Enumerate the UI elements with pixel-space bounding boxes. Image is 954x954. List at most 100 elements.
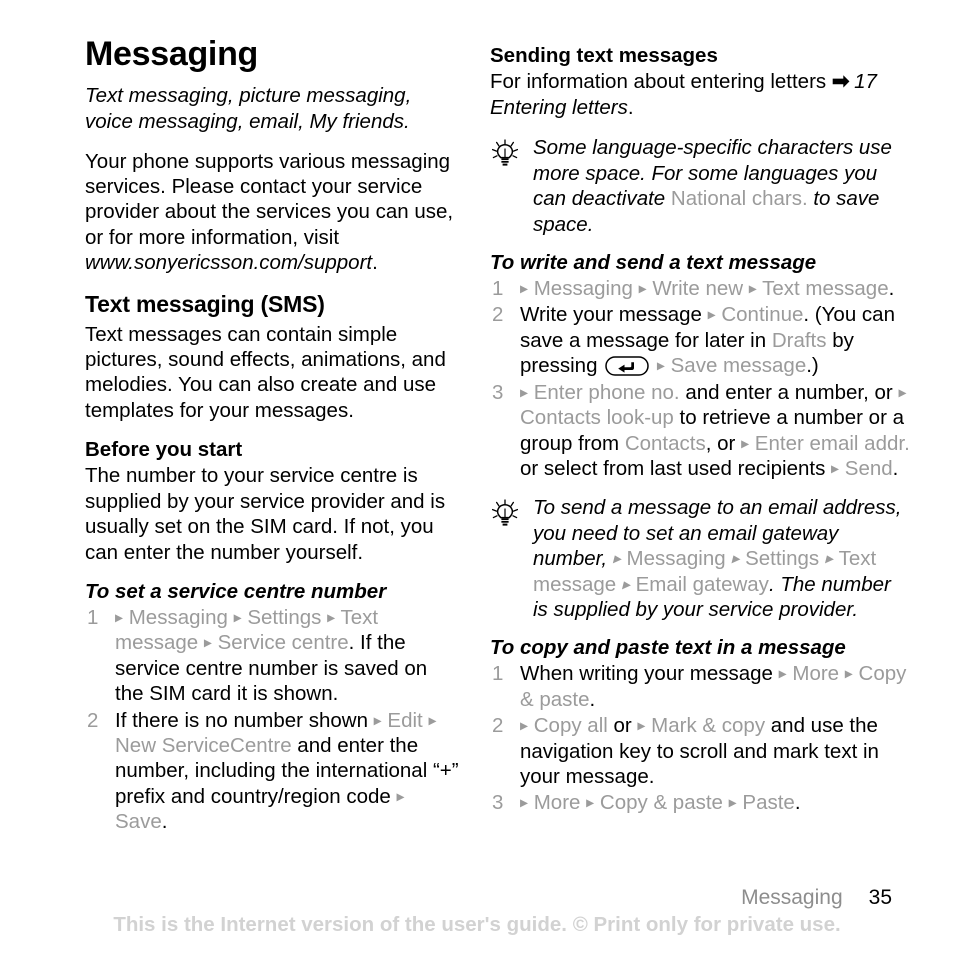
- menu-arrow-icon: ▸: [586, 794, 595, 812]
- step-mid1: and enter a number, or: [679, 380, 899, 404]
- step-mid4: or select from last used recipients: [520, 456, 832, 480]
- left-column: Messaging Text messaging, picture messag…: [85, 35, 460, 839]
- step-mid3: , or: [705, 431, 742, 455]
- menu-path-save-message: Save message: [670, 354, 807, 378]
- cross-reference-arrow-icon: ➡: [831, 70, 850, 93]
- menu-path-more: More: [533, 791, 581, 815]
- menu-path-paste: Paste: [742, 791, 795, 815]
- steps-copy-and-paste: When writing your message ▸ More ▸ Copy …: [490, 661, 910, 816]
- menu-path-mark-and-copy: Mark & copy: [651, 714, 766, 738]
- menu-path-new-service-centre: New ServiceCentre: [115, 733, 292, 757]
- menu-path-enter-phone-no: Enter phone no.: [533, 380, 680, 404]
- menu-arrow-icon: ▸: [748, 280, 757, 298]
- menu-arrow-icon: ▸: [728, 794, 737, 812]
- step-lead: When writing your message: [520, 662, 779, 686]
- page-title: Messaging: [85, 35, 259, 73]
- footer-copyright-note: This is the Internet version of the user…: [113, 913, 841, 936]
- menu-path-continue: Continue: [721, 303, 804, 327]
- menu-arrow-icon: ▸: [824, 550, 833, 568]
- step-item: ▸ Enter phone no. and enter a number, or…: [490, 380, 910, 482]
- menu-arrow-icon: ▸: [731, 550, 740, 568]
- menu-arrow-icon: ▸: [115, 609, 124, 627]
- steps-set-service-centre: ▸ Messaging ▸ Settings ▸ Text message ▸ …: [85, 605, 460, 835]
- menu-arrow-icon: ▸: [373, 712, 382, 730]
- tip-box-email-gateway: To send a message to an email address, y…: [490, 495, 910, 622]
- steps-write-and-send: ▸ Messaging ▸ Write new ▸ Text message. …: [490, 276, 910, 481]
- menu-arrow-icon: ▸: [741, 435, 750, 452]
- running-head-label: Messaging: [741, 886, 843, 909]
- menu-arrow-icon: ▸: [638, 280, 647, 298]
- page-number: 35: [868, 886, 892, 909]
- page-subtitle: Text messaging, picture messaging, voice…: [85, 84, 412, 134]
- footer-running-head: Messaging 35: [741, 886, 892, 910]
- menu-path-national-chars: National chars.: [670, 187, 808, 211]
- step-tail: .: [888, 277, 895, 301]
- menu-path-more: More: [792, 662, 840, 686]
- intro-paragraph: Your phone supports various messaging se…: [85, 149, 454, 275]
- lightbulb-icon: [490, 139, 520, 169]
- heading-to-copy-and-paste-text: To copy and paste text in a message: [490, 636, 846, 660]
- menu-path-settings: Settings: [247, 605, 322, 629]
- step-item: ▸ Copy all or ▸ Mark & copy and use the …: [490, 713, 910, 789]
- heading-text-messaging-sms: Text messaging (SMS): [85, 290, 325, 317]
- menu-arrow-icon: ▸: [520, 717, 529, 735]
- menu-arrow-icon: ▸: [898, 384, 907, 402]
- step-item: ▸ Messaging ▸ Write new ▸ Text message.: [490, 276, 910, 302]
- menu-path-drafts: Drafts: [771, 328, 827, 352]
- back-key-icon: [605, 356, 649, 377]
- step-tail: .: [794, 791, 801, 815]
- menu-arrow-icon: ▸: [233, 609, 242, 627]
- menu-arrow-icon: ▸: [637, 717, 646, 735]
- step-tail: .: [892, 456, 899, 480]
- menu-path-edit: Edit: [387, 708, 423, 732]
- menu-path-copy-and-paste: Copy & paste: [599, 791, 723, 815]
- menu-path-messaging: Messaging: [626, 547, 726, 571]
- step-tail: .: [161, 810, 168, 834]
- menu-path-settings: Settings: [745, 547, 820, 571]
- menu-arrow-icon: ▸: [844, 665, 853, 683]
- tip-box-language-chars: Some language-specific characters use mo…: [490, 135, 910, 237]
- step-item: When writing your message ▸ More ▸ Copy …: [490, 661, 910, 712]
- menu-path-contacts: Contacts: [624, 431, 706, 455]
- menu-arrow-icon: ▸: [520, 280, 529, 298]
- step-item: If there is no number shown ▸ Edit ▸ New…: [85, 708, 460, 835]
- before-you-start-body: The number to your service centre is sup…: [85, 464, 446, 564]
- manual-page: Messaging Text messaging, picture messag…: [0, 0, 954, 954]
- menu-path-text-message: Text message: [762, 277, 889, 301]
- menu-path-write-new: Write new: [652, 277, 744, 301]
- menu-path-messaging: Messaging: [533, 277, 633, 301]
- support-url: www.sonyericsson.com/support: [85, 251, 373, 275]
- menu-path-send: Send: [844, 456, 893, 480]
- lightbulb-icon: [490, 499, 520, 529]
- heading-before-you-start: Before you start: [85, 438, 243, 462]
- step-tail: .): [806, 354, 819, 378]
- sending-body: For information about entering letters ➡…: [490, 69, 910, 120]
- right-column: Sending text messages For information ab…: [490, 36, 910, 820]
- menu-arrow-icon: ▸: [612, 550, 621, 568]
- menu-path-email-gateway: Email gateway: [635, 572, 769, 596]
- sms-body: Text messages can contain simple picture…: [85, 322, 446, 422]
- intro-text: Your phone supports various messaging se…: [85, 149, 454, 249]
- menu-path-service-centre: Service centre: [217, 631, 349, 655]
- menu-path-enter-email-addr: Enter email addr.: [754, 431, 910, 455]
- step-mid1: or: [607, 714, 638, 738]
- menu-arrow-icon: ▸: [428, 712, 437, 730]
- menu-arrow-icon: ▸: [621, 576, 630, 594]
- menu-path-contacts-look-up: Contacts look-up: [520, 406, 674, 430]
- heading-to-set-service-centre-number: To set a service centre number: [85, 579, 387, 603]
- step-lead: If there is no number shown: [115, 708, 374, 732]
- menu-path-save: Save: [115, 810, 162, 834]
- menu-arrow-icon: ▸: [520, 794, 529, 812]
- heading-sending-text-messages: Sending text messages: [490, 44, 718, 67]
- menu-arrow-icon: ▸: [707, 306, 716, 324]
- step-item: ▸ Messaging ▸ Settings ▸ Text message ▸ …: [85, 605, 460, 707]
- step-lead: Write your message: [520, 303, 708, 327]
- step-item: ▸ More ▸ Copy & paste ▸ Paste.: [490, 790, 910, 816]
- menu-path-messaging: Messaging: [128, 605, 228, 629]
- step-tail: .: [589, 687, 596, 711]
- menu-arrow-icon: ▸: [656, 357, 665, 375]
- step-item: Write your message ▸ Continue. (You can …: [490, 302, 910, 378]
- menu-arrow-icon: ▸: [203, 634, 212, 652]
- menu-arrow-icon: ▸: [327, 609, 336, 627]
- menu-arrow-icon: ▸: [778, 665, 787, 683]
